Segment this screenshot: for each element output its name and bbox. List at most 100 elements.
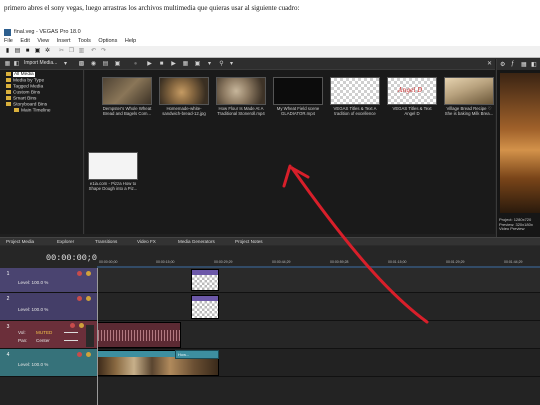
open-folder-icon[interactable]: ▤ xyxy=(14,48,21,55)
timeline-clip[interactable] xyxy=(191,269,219,291)
media-thumb[interactable]: How Flour Is Made At A Traditional Stone… xyxy=(216,77,266,116)
clip-header xyxy=(192,296,218,301)
properties-icon[interactable]: ▤ xyxy=(102,61,109,68)
track-header-video-2[interactable]: 2 Level: 100.0 % xyxy=(0,293,97,321)
cut-icon[interactable]: ✂ xyxy=(58,48,65,55)
stop-square-icon[interactable]: ■ xyxy=(158,61,165,68)
play-icon[interactable]: ▶ xyxy=(146,61,153,68)
track-header-video-4[interactable]: 4 Level: 100.0 % xyxy=(0,349,97,377)
save-icon[interactable]: ■ xyxy=(24,48,31,55)
search-icon[interactable]: ⚲ xyxy=(218,61,225,68)
mute-icon[interactable] xyxy=(77,271,82,276)
ruler-tick: 00:00:44;29 xyxy=(272,260,291,264)
thumb-image xyxy=(216,77,266,105)
timeline-area: 00:00:00;00 00:00:00;00 00:00:15;00 00:0… xyxy=(0,246,540,405)
preview-split-icon[interactable]: ◧ xyxy=(531,61,537,68)
tab-project-media[interactable]: Project Media xyxy=(6,239,34,244)
tab-video-fx[interactable]: Video FX xyxy=(137,239,156,244)
mute-icon[interactable] xyxy=(77,352,82,357)
menu-file[interactable]: File xyxy=(4,38,13,44)
folder-icon xyxy=(6,90,11,94)
solo-icon[interactable] xyxy=(79,323,84,328)
menu-edit[interactable]: Edit xyxy=(20,38,29,44)
thumb-image xyxy=(159,77,209,105)
menu-insert[interactable]: Insert xyxy=(57,38,71,44)
track-lane-audio-3[interactable] xyxy=(97,321,540,349)
playhead-cursor[interactable] xyxy=(97,268,98,405)
tab-explorer[interactable]: Explorer xyxy=(57,239,74,244)
timeline-clip-title[interactable]: How... xyxy=(175,350,219,359)
media-thumb[interactable]: VEGAS Titles & Text A tradition of excel… xyxy=(330,77,380,116)
track-header-video-1[interactable]: 1 Level: 100.0 % xyxy=(0,268,97,293)
tab-transitions[interactable]: Transitions xyxy=(95,239,117,244)
solo-icon[interactable] xyxy=(86,296,91,301)
track-level: Level: 100.0 % xyxy=(18,280,49,285)
thumb-caption: e1ia.com - Pizza How to Shape Dough into… xyxy=(88,181,138,191)
preview-grid-icon[interactable]: ▦ xyxy=(521,61,527,68)
tab-media-generators[interactable]: Media Generators xyxy=(178,239,215,244)
track-lane-video-1[interactable] xyxy=(97,268,540,293)
folder-icon xyxy=(6,96,11,100)
window-titlebar: final.veg - VEGAS Pro 18.0 xyxy=(0,28,540,37)
thumb-caption: VEGAS Titles & Text Angel D xyxy=(392,106,432,116)
import-media-button[interactable]: Import Media... xyxy=(24,60,57,66)
track-number: 1 xyxy=(6,271,10,277)
media-thumb[interactable]: e1ia.com - Pizza How to Shape Dough into… xyxy=(88,152,138,191)
media-fx-icon[interactable]: ▣ xyxy=(114,61,121,68)
audio-meter xyxy=(86,325,94,347)
media-thumb[interactable]: My Wheat Field scene GLADIATOR.mp4 xyxy=(273,77,323,116)
timeline-audio-clip[interactable] xyxy=(97,322,182,348)
solo-icon[interactable] xyxy=(86,352,91,357)
tab-project-notes[interactable]: Project Notes xyxy=(235,239,263,244)
menu-view[interactable]: View xyxy=(37,38,49,44)
thumb-caption: Homemade-white-sandwich-bread-12.jpg xyxy=(162,106,206,116)
folder-icon xyxy=(6,102,11,106)
media-thumb[interactable]: Homemade-white-sandwich-bread-12.jpg xyxy=(159,77,209,116)
stop-icon[interactable]: ● xyxy=(132,61,139,68)
solo-icon[interactable] xyxy=(86,271,91,276)
menu-tools[interactable]: Tools xyxy=(78,38,91,44)
filter-dropdown-icon[interactable]: ▾ xyxy=(228,61,235,68)
render-icon[interactable]: ▣ xyxy=(34,48,41,55)
media-thumb[interactable]: Angel D VEGAS Titles & Text Angel D xyxy=(387,77,437,116)
import-icon[interactable]: ◧ xyxy=(13,61,20,68)
new-file-icon[interactable]: ▮ xyxy=(4,48,11,55)
preview-fx-icon[interactable]: ƒ xyxy=(511,61,514,67)
media-thumb[interactable]: Dempster's Whole Wheat Bread and Bagels … xyxy=(102,77,152,116)
vol-label: Vol: xyxy=(18,330,26,335)
mute-icon[interactable] xyxy=(70,323,75,328)
track-lane-video-2[interactable] xyxy=(97,293,540,321)
volume-slider[interactable] xyxy=(64,332,78,333)
panel-close-icon[interactable]: ✕ xyxy=(486,61,493,68)
video-preview-panel: ⚙ ƒ ▦ ◧ Project: 1280x720 Preview: 320x1… xyxy=(496,59,540,245)
capture-icon[interactable]: ◉ xyxy=(90,61,97,68)
vol-value: MUTED xyxy=(36,330,53,335)
tag-icon[interactable]: ▣ xyxy=(194,61,201,68)
track-lane-video-4[interactable]: How... xyxy=(97,349,540,377)
menu-help[interactable]: Help xyxy=(125,38,136,44)
pan-value: Center xyxy=(36,338,50,343)
menu-options[interactable]: Options xyxy=(98,38,117,44)
video-preview-tab[interactable]: Video Preview xyxy=(499,226,525,231)
undo-icon[interactable]: ↶ xyxy=(90,48,97,55)
time-ruler[interactable]: 00:00:00;00 00:00:15;00 00:00:29;29 00:0… xyxy=(97,246,540,268)
paste-icon[interactable]: ▥ xyxy=(78,48,85,55)
media-thumb[interactable]: Village Bread Recipe ♡ She is baking Mil… xyxy=(444,77,494,116)
media-view-icon[interactable]: ▦ xyxy=(4,61,11,68)
track-number: 4 xyxy=(6,352,10,358)
timeline-clip[interactable] xyxy=(191,295,219,319)
tree-item-main-timeline[interactable]: Main Timeline xyxy=(0,108,83,114)
copy-icon[interactable]: ❐ xyxy=(68,48,75,55)
track-header-audio-3[interactable]: 3 Vol: MUTED Pan: Center xyxy=(0,321,97,349)
media-bin-tree: All Media Media by Type Tagged Media Cus… xyxy=(0,70,84,234)
pan-slider[interactable] xyxy=(64,340,78,341)
auto-preview-icon[interactable]: ▶ xyxy=(170,61,177,68)
view-grid-icon[interactable]: ▩ xyxy=(78,61,85,68)
preview-settings-icon[interactable]: ⚙ xyxy=(500,61,505,68)
redo-icon[interactable]: ↷ xyxy=(100,48,107,55)
dropdown-chevron-icon[interactable]: ▾ xyxy=(62,61,69,68)
mute-icon[interactable] xyxy=(77,296,82,301)
views-dropdown-icon[interactable]: ▾ xyxy=(206,61,213,68)
settings-gear-icon[interactable]: ✲ xyxy=(44,48,51,55)
loop-icon[interactable]: ▦ xyxy=(182,61,189,68)
